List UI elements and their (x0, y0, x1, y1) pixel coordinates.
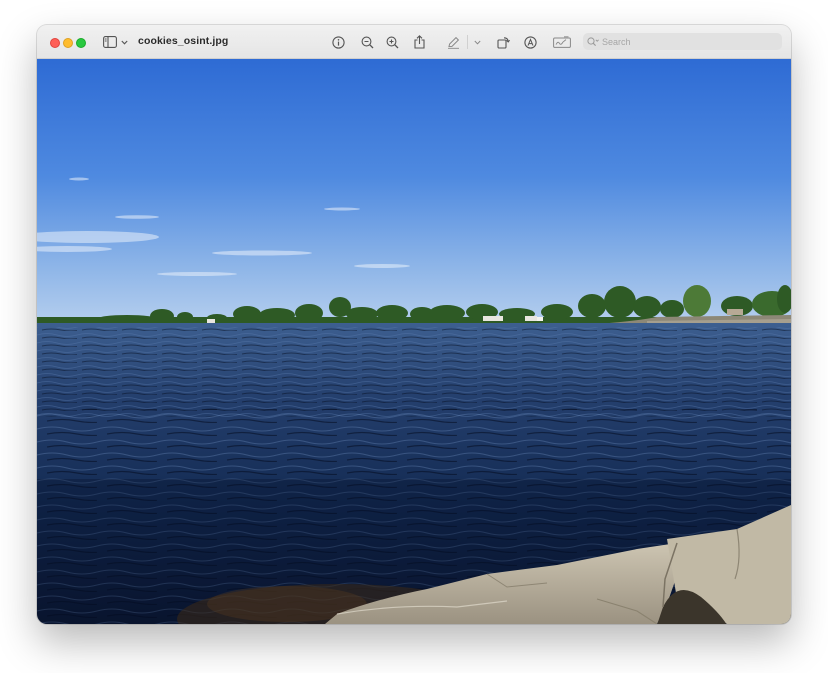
search-icon (587, 36, 599, 47)
minimize-button[interactable] (63, 38, 73, 48)
lake-shoreline-photo (37, 59, 791, 624)
info-icon[interactable] (332, 34, 345, 50)
sign-icon[interactable] (553, 34, 571, 50)
search-field[interactable] (583, 33, 782, 50)
title-bar: cookies_osint.jpg (37, 25, 791, 59)
markup-pen-icon[interactable] (447, 34, 460, 50)
sidebar-icon[interactable] (103, 34, 117, 50)
search-input[interactable] (602, 36, 772, 47)
chevron-down-icon[interactable] (121, 34, 128, 50)
zoom-button[interactable] (76, 38, 86, 48)
image-canvas[interactable] (37, 59, 791, 624)
zoom-in-icon[interactable] (386, 34, 399, 50)
toolbar-divider (467, 35, 468, 49)
zoom-out-icon[interactable] (361, 34, 374, 50)
rotate-icon[interactable] (497, 34, 510, 50)
close-button[interactable] (50, 38, 60, 48)
share-icon[interactable] (414, 34, 425, 50)
chevron-down-icon[interactable] (474, 34, 481, 50)
window-title: cookies_osint.jpg (138, 35, 229, 47)
preview-window: cookies_osint.jpg (37, 25, 791, 624)
annotate-icon[interactable] (524, 34, 537, 50)
